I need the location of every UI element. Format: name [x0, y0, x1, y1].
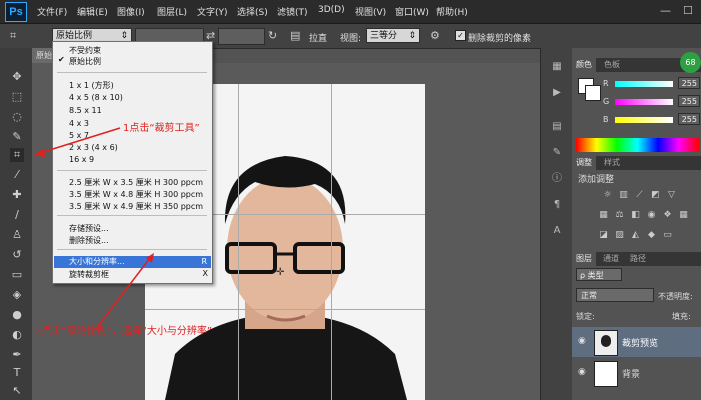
opacity-label: 不透明度:	[658, 292, 693, 301]
info-icon[interactable]: ⓘ	[549, 172, 565, 186]
play-icon[interactable]: ▶	[549, 86, 565, 100]
lookup-icon[interactable]: ▦	[678, 210, 689, 221]
selective-color-icon[interactable]: ◆	[646, 230, 657, 241]
color-spectrum[interactable]	[576, 138, 699, 152]
annotation-step1: 1点击“裁剪工具”	[123, 123, 200, 134]
threshold-icon[interactable]: ◭	[630, 230, 641, 241]
tab-adjustments[interactable]: 调整	[572, 156, 596, 170]
paragraph-icon[interactable]: ¶	[549, 198, 565, 212]
gradient-map-icon[interactable]: ▭	[662, 230, 673, 241]
channel-label: B	[603, 115, 609, 124]
blend-mode-dropdown[interactable]: 正常	[576, 288, 654, 302]
channel-mixer-icon[interactable]: ❖	[662, 210, 673, 221]
adjust-title: 添加调整	[578, 175, 615, 185]
red-value[interactable]: 255	[678, 77, 700, 89]
balance-icon[interactable]: ⚖	[614, 210, 625, 221]
channel-label: R	[603, 79, 609, 88]
layer-thumbnail	[594, 361, 618, 387]
layer-filter-dropdown[interactable]: ρ 类型	[576, 268, 622, 281]
layer-row[interactable]: ◉ 背景	[572, 358, 701, 388]
visibility-eye-icon[interactable]: ◉	[578, 367, 586, 377]
tab-swatches[interactable]: 色板	[600, 58, 624, 72]
green-slider[interactable]	[615, 99, 673, 105]
vibrance-icon[interactable]: ▽	[666, 190, 677, 201]
green-value[interactable]: 255	[678, 95, 700, 107]
posterize-icon[interactable]: ▨	[614, 230, 625, 241]
curves-icon[interactable]: ⟋	[634, 190, 645, 201]
tab-channels[interactable]: 通道	[599, 252, 623, 266]
levels-icon[interactable]: ▥	[618, 190, 629, 201]
tab-styles[interactable]: 样式	[600, 156, 624, 170]
badge: 68	[680, 52, 701, 73]
adjust-panel-tabs: 调整 样式	[572, 156, 701, 170]
panel-dock: ▦ ▶ ▤ ✎ ⓘ ¶ A	[540, 48, 573, 400]
brightness-icon[interactable]: ☼	[602, 190, 613, 201]
exposure-icon[interactable]: ◩	[650, 190, 661, 201]
annotation-step2: 2点击“原始比例”，选择“大小与分辨率”	[35, 326, 213, 337]
blue-slider[interactable]	[615, 117, 673, 123]
tab-layers[interactable]: 图层	[572, 252, 596, 266]
photo-filter-icon[interactable]: ◉	[646, 210, 657, 221]
hue-icon[interactable]: ▦	[598, 210, 609, 221]
history-icon[interactable]: ▦	[549, 60, 565, 74]
bw-icon[interactable]: ◧	[630, 210, 641, 221]
layer-name: 裁剪预览	[622, 339, 659, 349]
layer-comps-icon[interactable]: ▤	[549, 120, 565, 134]
fill-label: 填充:	[672, 312, 691, 321]
tab-color[interactable]: 颜色	[572, 58, 596, 72]
layer-name: 背景	[622, 370, 641, 380]
invert-icon[interactable]: ◪	[598, 230, 609, 241]
layer-thumbnail	[594, 330, 618, 356]
text-icon[interactable]: A	[549, 224, 565, 238]
visibility-eye-icon[interactable]: ◉	[578, 336, 586, 346]
blue-value[interactable]: 255	[678, 113, 700, 125]
layer-row[interactable]: ◉ 裁剪预览	[572, 327, 701, 357]
layers-panel-tabs: 图层 通道 路径	[572, 252, 701, 266]
lock-label: 锁定:	[576, 312, 595, 321]
red-slider[interactable]	[615, 81, 673, 87]
channel-label: G	[603, 97, 610, 106]
background-swatch[interactable]	[585, 85, 601, 101]
brush-preset-icon[interactable]: ✎	[549, 146, 565, 160]
panels: 颜色 色板 68 R 255 G 255 B 255 调整 样式 添加调整 ☼ …	[572, 48, 701, 400]
tab-paths[interactable]: 路径	[626, 252, 650, 266]
